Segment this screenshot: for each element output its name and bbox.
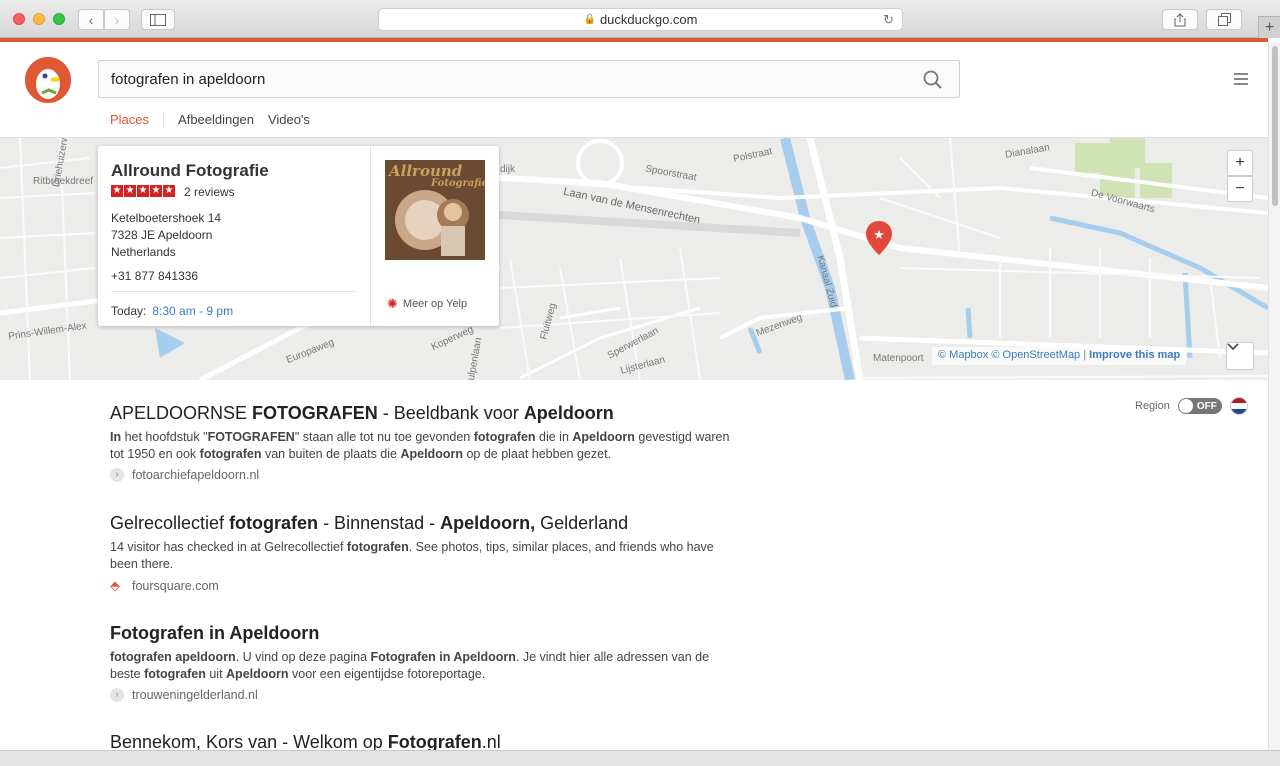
- duck-icon: [28, 60, 68, 100]
- map-label: dijk: [500, 164, 516, 175]
- window-maximize-button[interactable]: [53, 13, 65, 25]
- map-label: Matenpoort: [873, 353, 924, 364]
- window-close-button[interactable]: [13, 13, 25, 25]
- tab-afbeeldingen[interactable]: Afbeeldingen: [178, 112, 254, 127]
- reload-icon[interactable]: ↻: [883, 12, 894, 28]
- result-item: Fotografen in Apeldoorn fotografen apeld…: [110, 623, 730, 702]
- chevron-right-icon: ›: [110, 468, 124, 482]
- result-item: Gelrecollectief fotografen - Binnenstad …: [110, 513, 730, 594]
- map-label: Ritbroekdreef: [33, 176, 94, 187]
- show-tabs-button[interactable]: [1206, 9, 1242, 30]
- improve-map-link[interactable]: Improve this map: [1089, 349, 1180, 361]
- sidebar-toggle-button[interactable]: [141, 9, 175, 30]
- chevron-down-icon: [1227, 343, 1239, 351]
- result-title[interactable]: APELDOORNSE FOTOGRAFEN - Beeldbank voor …: [110, 403, 730, 424]
- result-url[interactable]: ⬘ foursquare.com: [110, 578, 730, 594]
- chevron-right-icon: ›: [110, 688, 124, 702]
- result-url[interactable]: › trouweningelderland.nl: [110, 688, 730, 702]
- address-line: Ketelboetershoek 14: [111, 211, 222, 225]
- region-label: Region: [1135, 400, 1170, 412]
- svg-text:★: ★: [873, 228, 885, 243]
- today-label: Today:: [111, 304, 147, 318]
- place-photo[interactable]: Allround Fotografie: [385, 160, 485, 260]
- window-bottom-bar: [0, 750, 1280, 766]
- tabs-icon: [1217, 13, 1231, 26]
- star-icon: ★: [137, 185, 149, 197]
- sidebar-icon: [150, 13, 166, 26]
- vertical-tabs: Places Afbeeldingen Video's: [110, 112, 324, 127]
- result-snippet: In het hoofdstuk "FOTOGRAFEN" staan alle…: [110, 430, 730, 461]
- result-domain: trouweningelderland.nl: [132, 688, 258, 702]
- phone-number[interactable]: +31 877 841336: [111, 269, 198, 283]
- chevron-left-icon: ‹: [88, 11, 94, 28]
- region-filter: Region OFF: [1135, 397, 1248, 415]
- hamburger-menu-icon[interactable]: [1234, 73, 1248, 88]
- foursquare-icon: ⬘: [110, 578, 120, 593]
- address-line: 7328 JE Apeldoorn: [111, 228, 213, 242]
- new-tab-button[interactable]: +: [1258, 16, 1280, 38]
- result-domain: fotoarchiefapeldoorn.nl: [132, 468, 260, 482]
- chevron-right-icon: ›: [114, 11, 120, 28]
- address-text: duckduckgo.com: [599, 12, 698, 27]
- result-snippet: 14 visitor has checked in at Gelrecollec…: [110, 540, 714, 571]
- opening-hours: Today: 8:30 am - 9 pm: [111, 304, 233, 318]
- result-snippet: fotografen apeldoorn. U vind op deze pag…: [110, 650, 710, 681]
- yelp-link[interactable]: ✺ Meer op Yelp: [387, 296, 467, 312]
- star-icon: ★: [111, 185, 123, 197]
- toggle-state: OFF: [1196, 400, 1217, 412]
- forward-button[interactable]: ›: [104, 9, 130, 30]
- hours-value[interactable]: 8:30 am - 9 pm: [152, 304, 233, 318]
- tab-videos[interactable]: Video's: [268, 112, 310, 127]
- rating-stars: ★ ★ ★ ★ ★: [111, 185, 176, 197]
- search-input[interactable]: [99, 61, 919, 97]
- map-attribution: © Mapbox © OpenStreetMap | Improve this …: [932, 347, 1187, 365]
- review-count[interactable]: 2 reviews: [184, 185, 235, 199]
- divider: [111, 291, 356, 292]
- result-title[interactable]: Fotografen in Apeldoorn: [110, 623, 730, 644]
- tab-places[interactable]: Places: [110, 112, 165, 127]
- duckduckgo-logo[interactable]: [25, 57, 71, 103]
- photo-caption: Fotografie: [431, 178, 485, 189]
- window-minimize-button[interactable]: [33, 13, 45, 25]
- address-line: Netherlands: [111, 245, 176, 259]
- lock-icon: 🔒: [583, 14, 596, 25]
- search-header: Places Afbeeldingen Video's: [0, 42, 1268, 138]
- back-button[interactable]: ‹: [78, 9, 104, 30]
- browser-titlebar: ‹ › 🔒 duckduckgo.com ↻ +: [0, 0, 1280, 38]
- expand-map-button[interactable]: [1226, 342, 1254, 370]
- page-scrollbar[interactable]: [1268, 42, 1280, 750]
- attribution-separator: |: [1083, 349, 1087, 361]
- region-toggle[interactable]: OFF: [1177, 398, 1222, 414]
- mapbox-link[interactable]: © Mapbox: [938, 349, 988, 361]
- netherlands-flag-icon[interactable]: [1229, 397, 1248, 415]
- share-button[interactable]: [1162, 9, 1198, 30]
- search-icon[interactable]: [923, 70, 943, 90]
- divider: [370, 146, 371, 326]
- place-name[interactable]: Allround Fotografie: [111, 161, 269, 181]
- star-icon: ★: [163, 185, 175, 197]
- star-icon: ★: [124, 185, 136, 197]
- map[interactable]: Driehuizerweg Ritbroekdreef Prins-Willem…: [0, 138, 1268, 380]
- yelp-link-text: Meer op Yelp: [402, 298, 468, 310]
- toggle-knob: [1178, 399, 1193, 413]
- result-domain: foursquare.com: [132, 579, 219, 593]
- osm-link[interactable]: © OpenStreetMap: [991, 349, 1080, 361]
- address-bar[interactable]: 🔒 duckduckgo.com ↻: [378, 8, 903, 31]
- result-url[interactable]: › fotoarchiefapeldoorn.nl: [110, 468, 730, 482]
- scrollbar-thumb[interactable]: [1272, 46, 1278, 206]
- place-card[interactable]: Allround Fotografie ★ ★ ★ ★ ★ 2 reviews …: [98, 146, 499, 326]
- search-box: [98, 60, 960, 98]
- zoom-in-button[interactable]: +: [1227, 150, 1253, 176]
- share-icon: [1174, 12, 1186, 26]
- result-title[interactable]: Gelrecollectief fotografen - Binnenstad …: [110, 513, 730, 534]
- yelp-icon: ✺: [387, 296, 398, 311]
- star-icon: ★: [150, 185, 162, 197]
- zoom-out-button[interactable]: −: [1227, 176, 1253, 202]
- result-item: APELDOORNSE FOTOGRAFEN - Beeldbank voor …: [110, 403, 730, 482]
